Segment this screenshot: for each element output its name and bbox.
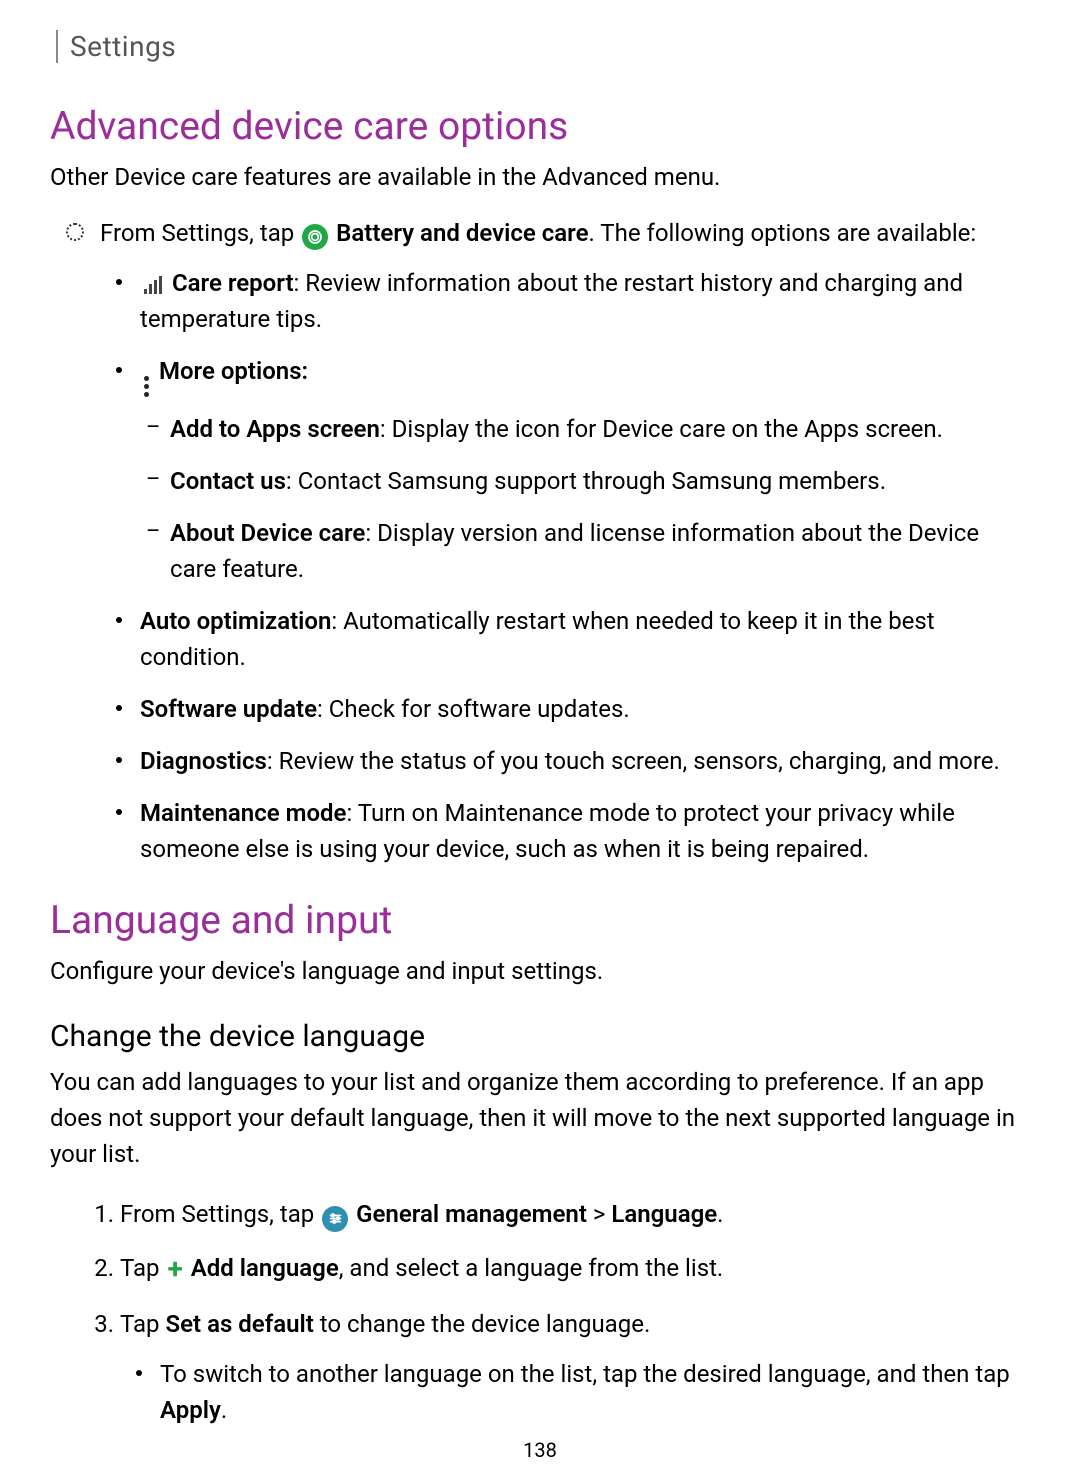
text: From Settings, tap — [120, 1200, 320, 1228]
bold-text: Maintenance mode — [140, 799, 346, 827]
list-item: From Settings, tap Battery and device ca… — [100, 215, 1030, 867]
text: to change the device language. — [314, 1310, 650, 1338]
text: > — [587, 1200, 611, 1228]
text: : Display the icon for Device care on th… — [380, 415, 943, 443]
text: Tap — [120, 1310, 165, 1338]
bold-text: Diagnostics — [140, 747, 267, 775]
list-item: Auto optimization: Automatically restart… — [140, 603, 1030, 675]
bold-text: More options: — [159, 357, 308, 385]
intro-text: Other Device care features are available… — [50, 159, 1030, 195]
list-item: Tap Set as default to change the device … — [120, 1306, 1030, 1428]
list-item: More options: Add to Apps screen: Displa… — [140, 353, 1030, 587]
breadcrumb: Settings — [70, 30, 176, 63]
battery-device-care-icon — [302, 224, 328, 250]
bold-text: Apply — [160, 1396, 221, 1424]
list-item: Maintenance mode: Turn on Maintenance mo… — [140, 795, 1030, 867]
list-item: Tap + Add language, and select a languag… — [120, 1248, 1030, 1290]
bar-chart-icon — [144, 274, 162, 294]
intro-text: Configure your device's language and inp… — [50, 953, 1030, 989]
plus-icon: + — [167, 1248, 182, 1290]
more-options-icon — [144, 376, 149, 397]
text: , and select a language from the list. — [339, 1254, 724, 1282]
sub-heading-change-language: Change the device language — [50, 1019, 1030, 1054]
bold-text: Auto optimization — [140, 607, 331, 635]
bold-text: Battery and device care — [336, 219, 588, 247]
list-item: Software update: Check for software upda… — [140, 691, 1030, 727]
list-item: Add to Apps screen: Display the icon for… — [170, 411, 1030, 447]
header-bar: Settings — [56, 30, 1030, 63]
bold-text: General management — [356, 1200, 587, 1228]
bold-text: Care report — [172, 269, 294, 297]
bold-text: Language — [611, 1200, 717, 1228]
bold-text: Contact us — [170, 467, 286, 495]
list-item: To switch to another language on the lis… — [160, 1356, 1030, 1428]
text: Tap — [120, 1254, 165, 1282]
heading-language-and-input: Language and input — [50, 897, 1030, 943]
list-item: Care report: Review information about th… — [140, 265, 1030, 337]
numbered-list: From Settings, tap General management > … — [50, 1196, 1030, 1428]
bold-text: Software update — [140, 695, 317, 723]
page-number: 138 — [0, 1438, 1080, 1462]
bold-text: Add language — [191, 1254, 339, 1282]
list-item: Diagnostics: Review the status of you to… — [140, 743, 1030, 779]
heading-advanced-device-care: Advanced device care options — [50, 103, 1030, 149]
bold-text: Set as default — [165, 1310, 313, 1338]
text: : Check for software updates. — [317, 695, 630, 723]
list-item: From Settings, tap General management > … — [120, 1196, 1030, 1232]
bold-text: About Device care — [170, 519, 365, 547]
bold-text: Add to Apps screen — [170, 415, 380, 443]
text: . — [221, 1396, 227, 1424]
text: From Settings, tap — [100, 219, 300, 247]
list-item: Contact us: Contact Samsung support thro… — [170, 463, 1030, 499]
text: : Contact Samsung support through Samsun… — [286, 467, 886, 495]
text: . — [717, 1200, 723, 1228]
text: : Review the status of you touch screen,… — [267, 747, 1000, 775]
text: . The following options are available: — [588, 219, 976, 247]
intro-text: You can add languages to your list and o… — [50, 1064, 1030, 1172]
text: To switch to another language on the lis… — [160, 1360, 1010, 1388]
general-management-icon — [322, 1206, 348, 1232]
list-item: About Device care: Display version and l… — [170, 515, 1030, 587]
